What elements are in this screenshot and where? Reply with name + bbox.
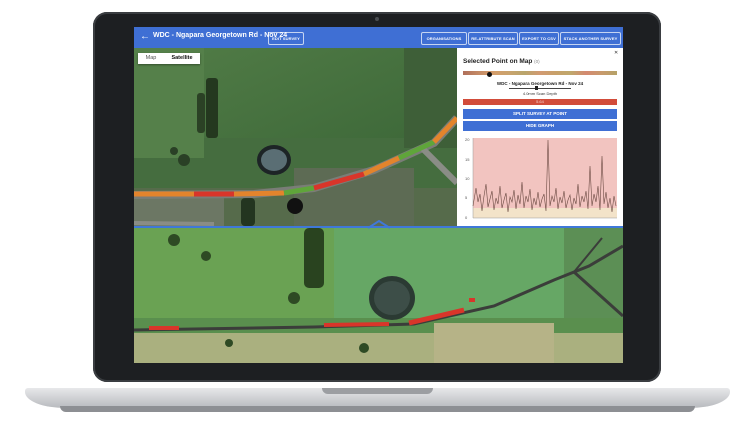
graph-y-tick: 5 (465, 195, 468, 200)
point-value-bar: 5.64 (463, 99, 617, 105)
tab-satellite[interactable]: Satellite (164, 53, 200, 64)
graph-y-tick: 20 (465, 137, 470, 142)
scan-depth-label: 4.0mm Scan Depth (522, 91, 558, 96)
camera-icon (375, 17, 379, 21)
app-header: ← WDC - Ngapara Georgetown Rd - Nov 24 E… (134, 27, 623, 48)
panel-survey-name: WDC - Ngapara Georgetown Rd - Nov 24 (496, 81, 584, 86)
divider-notch[interactable] (368, 220, 390, 229)
close-icon[interactable]: ✕ (614, 50, 618, 56)
stack-another-survey-button[interactable]: STACK ANOTHER SURVEY (560, 32, 621, 45)
graph-y-tick: 0 (465, 215, 468, 220)
graph-low-zone (473, 208, 617, 218)
edit-survey-button[interactable]: EDIT SURVEY (268, 32, 304, 45)
panel-title-count: (0) (534, 59, 540, 64)
tab-map[interactable]: Map (138, 53, 164, 64)
re-attribute-scan-button[interactable]: RE-ATTRIBUTE SCAN (468, 32, 518, 45)
selected-point-marker (287, 198, 303, 214)
export-to-csv-button[interactable]: EXPORT TO CSV (519, 32, 559, 45)
depth-slider-track[interactable] (509, 88, 571, 89)
graph-y-tick: 15 (465, 157, 470, 162)
satellite-map-bottom[interactable] (134, 228, 623, 363)
depth-slider-handle[interactable] (535, 86, 538, 90)
panel-title-text: Selected Point on Map (463, 58, 533, 65)
map-type-toggle: Map Satellite (138, 53, 200, 64)
laptop-hinge-notch (322, 388, 433, 394)
panel-title: Selected Point on Map (0) (463, 58, 540, 65)
scan-position-marker[interactable] (487, 72, 492, 77)
hide-graph-button[interactable]: HIDE GRAPH (463, 121, 617, 131)
split-survey-button[interactable]: SPLIT SURVEY AT POINT (463, 109, 617, 119)
laptop-base-shadow (60, 406, 695, 412)
satellite-map-top[interactable] (134, 48, 457, 226)
selected-point-panel: ✕ Selected Point on Map (0) WDC - Ngapar… (457, 48, 623, 226)
app-screen: ← WDC - Ngapara Georgetown Rd - Nov 24 E… (134, 27, 623, 363)
arrow-left-icon[interactable]: ← (140, 30, 150, 44)
graph-high-zone (473, 138, 617, 208)
scan-graph[interactable]: 20 15 10 5 0 (463, 136, 621, 226)
organisations-button[interactable]: ORGANISATIONS (421, 32, 467, 45)
graph-y-tick: 10 (465, 176, 470, 181)
